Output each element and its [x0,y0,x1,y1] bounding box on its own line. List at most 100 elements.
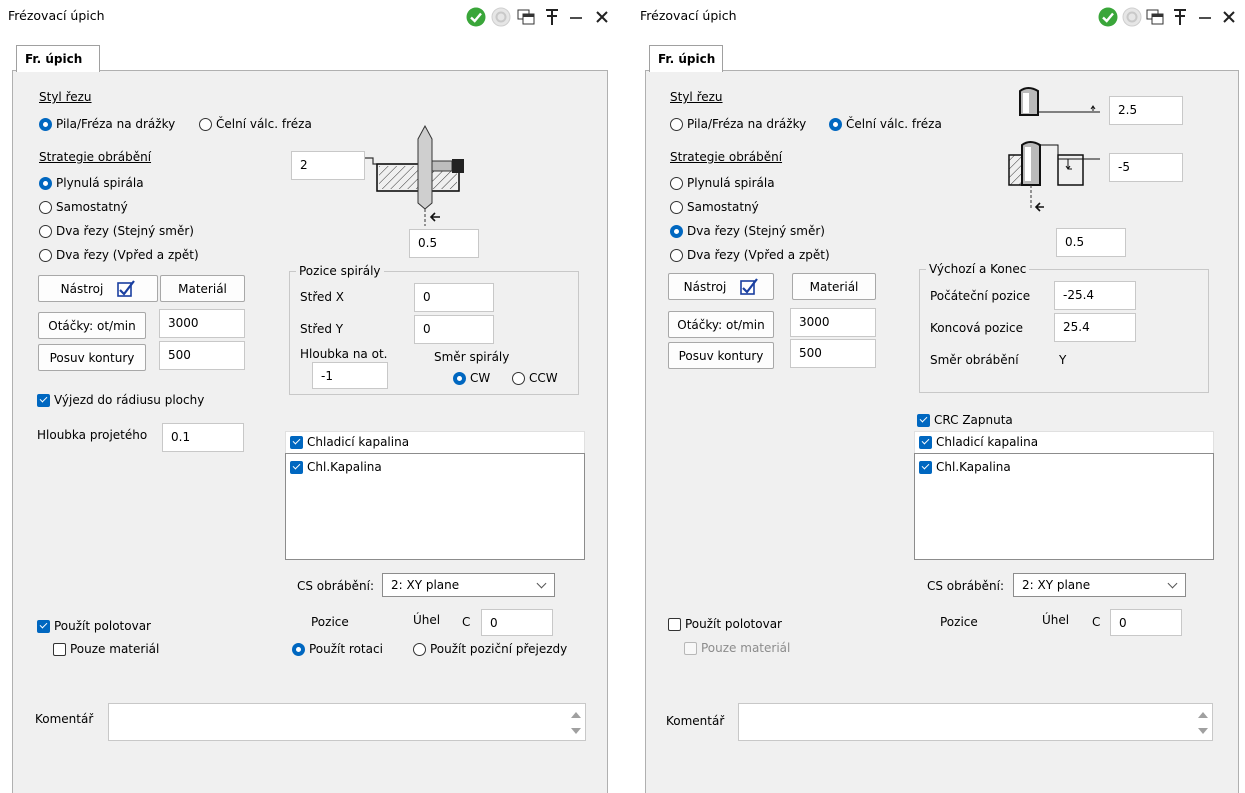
tool-button[interactable]: Nástroj [668,273,774,300]
end-position-input[interactable]: 25.4 [1054,313,1136,342]
coolant-checkbox[interactable]: Chladicí kapalina [919,435,1213,449]
radio-dot[interactable] [39,200,52,214]
ok-check-icon[interactable] [466,7,486,27]
strategy-spiral-radio[interactable]: Plynulá spirála [39,176,144,190]
diagram-top-input[interactable]: 2 [291,151,365,180]
radio-dot[interactable] [670,176,683,190]
feed-input[interactable]: 500 [790,339,876,368]
material-button[interactable]: Materiál [160,275,245,302]
cut-style-saw-radio[interactable]: Pila/Fréza na drážky [670,117,806,131]
radio-dot[interactable] [39,224,52,238]
radio-dot[interactable] [670,200,683,214]
checkbox-box[interactable] [37,619,50,633]
radio-dot[interactable] [413,642,426,656]
close-icon[interactable] [592,7,612,27]
tool-button[interactable]: Nástroj [38,275,158,302]
checkbox-box[interactable] [37,393,50,407]
coolant-list-item[interactable]: Chl.Kapalina [290,460,382,474]
minimize-icon[interactable] [566,7,586,27]
speed-button[interactable]: Otáčky: ot/min [668,311,774,338]
tab-milling-groove[interactable]: Fr. úpich [16,45,100,72]
speed-input[interactable]: 3000 [790,308,876,337]
strategy-two-back-radio[interactable]: Dva řezy (Vpřed a zpět) [39,248,199,262]
diagram-top-input[interactable]: 2.5 [1109,96,1183,125]
checkbox-box[interactable] [919,460,932,474]
angle-input[interactable]: 0 [481,609,553,636]
scroll-up-icon[interactable] [1198,712,1208,718]
pin-icon[interactable] [542,7,562,27]
strategy-single-radio[interactable]: Samostatný [39,200,128,214]
start-position-input[interactable]: -25.4 [1054,281,1136,310]
use-stock-checkbox[interactable]: Použít polotovar [37,619,151,633]
use-rotation-radio[interactable]: Použít rotaci [292,642,383,656]
cs-select[interactable]: 2: XY plane [382,573,555,597]
strategy-two-same-radio[interactable]: Dva řezy (Stejný směr) [670,224,825,238]
close-icon[interactable] [1219,7,1239,27]
cut-style-face-radio[interactable]: Čelní válc. fréza [199,117,312,131]
window-icon[interactable] [516,7,536,27]
radio-dot[interactable] [670,248,683,262]
minimize-icon[interactable] [1195,7,1215,27]
speed-button[interactable]: Otáčky: ot/min [38,312,146,339]
crc-checkbox[interactable]: CRC Zapnuta [917,413,1013,427]
radio-dot[interactable] [39,117,52,131]
center-y-input[interactable]: 0 [414,315,494,344]
strategy-two-back-radio[interactable]: Dva řezy (Vpřed a zpět) [670,248,830,262]
tab-content: Styl řezu Pila/Fréza na drážky Čelní vál… [12,70,608,793]
checkbox-box[interactable] [919,435,932,449]
radio-dot[interactable] [453,371,466,385]
material-only-checkbox[interactable]: Pouze materiál [53,642,159,656]
checkbox-box[interactable] [290,460,303,474]
exit-radius-checkbox[interactable]: Výjezd do rádiusu plochy [37,393,204,407]
cs-select[interactable]: 2: XY plane [1013,573,1186,597]
feed-input[interactable]: 500 [159,341,245,370]
coolant-checkbox[interactable]: Chladicí kapalina [290,435,584,449]
checkbox-box[interactable] [53,642,66,656]
spiral-cw-radio[interactable]: CW [453,371,490,385]
checkbox-box[interactable] [917,413,930,427]
checkbox-box[interactable] [290,435,303,449]
diagram-bottom-input[interactable]: 0.5 [409,229,479,258]
cut-style-saw-radio[interactable]: Pila/Fréza na drážky [39,117,175,131]
checkbox-box[interactable] [668,617,681,631]
cancel-circle-icon[interactable] [1122,7,1142,27]
strategy-two-same-radio[interactable]: Dva řezy (Stejný směr) [39,224,194,238]
use-stock-checkbox[interactable]: Použít polotovar [668,617,782,631]
radio-dot[interactable] [670,117,683,131]
pin-icon[interactable] [1170,7,1190,27]
radio-dot[interactable] [829,117,842,131]
radio-dot[interactable] [512,371,525,385]
radio-dot[interactable] [670,224,683,238]
use-position-moves-radio[interactable]: Použít poziční přejezdy [413,642,567,656]
radio-dot[interactable] [292,642,305,656]
speed-input[interactable]: 3000 [159,309,245,338]
diagram-bottom-input[interactable]: 0.5 [1056,228,1126,257]
center-x-input[interactable]: 0 [414,283,494,312]
tab-milling-groove[interactable]: Fr. úpich [649,45,723,72]
cancel-circle-icon[interactable] [491,7,511,27]
strategy-single-radio[interactable]: Samostatný [670,200,759,214]
scroll-down-icon[interactable] [1198,728,1208,734]
radio-dot[interactable] [199,117,212,131]
radio-dot[interactable] [39,248,52,262]
comment-input[interactable] [108,703,586,741]
feed-button[interactable]: Posuv kontury [38,344,146,371]
cut-style-face-radio[interactable]: Čelní válc. fréza [829,117,942,131]
angle-input[interactable]: 0 [1110,609,1182,636]
radio-label: Použít rotaci [309,642,383,656]
scroll-up-icon[interactable] [571,712,581,718]
comment-input[interactable] [738,703,1213,741]
feed-button[interactable]: Posuv kontury [668,342,774,369]
window-icon[interactable] [1145,7,1165,27]
material-button[interactable]: Materiál [792,273,876,300]
depth-per-rev-input[interactable]: -1 [312,362,388,389]
strategy-spiral-radio[interactable]: Plynulá spirála [670,176,775,190]
radio-dot[interactable] [39,176,52,190]
scroll-down-icon[interactable] [571,728,581,734]
spiral-ccw-radio[interactable]: CCW [512,371,558,385]
coolant-list-item[interactable]: Chl.Kapalina [919,460,1011,474]
diagram-mid-input[interactable]: -5 [1109,153,1183,182]
radio-label: Pila/Fréza na drážky [56,117,176,131]
pass-depth-input[interactable]: 0.1 [162,423,244,452]
ok-check-icon[interactable] [1098,7,1118,27]
